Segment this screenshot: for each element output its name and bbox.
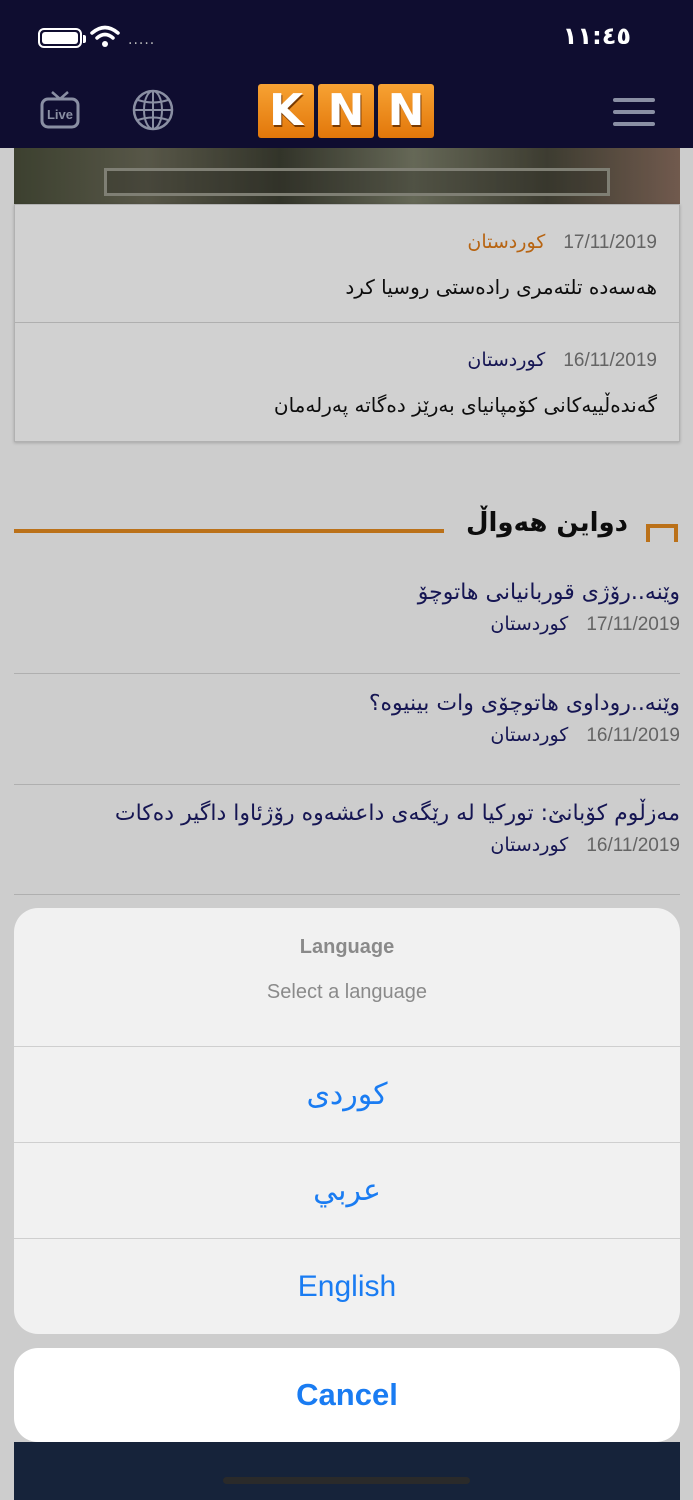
video-thumbnail-peek: [14, 1442, 680, 1500]
wifi-icon: [90, 25, 120, 47]
status-bar: ..... ١١:٤٥: [0, 0, 693, 72]
svg-text:Live: Live: [47, 107, 73, 122]
language-action-sheet: Language Select a language كوردى عربي En…: [14, 908, 680, 1334]
language-option-arabic[interactable]: عربي: [14, 1143, 680, 1239]
language-option-english[interactable]: English: [14, 1239, 680, 1334]
logo-letter: N: [318, 84, 374, 138]
app-header: ..... ١١:٤٥ Live K N N: [0, 0, 693, 148]
logo-letter: N: [378, 84, 434, 138]
action-sheet-message: Select a language: [266, 981, 428, 1003]
globe-icon[interactable]: [131, 88, 175, 132]
home-indicator[interactable]: [223, 1477, 470, 1484]
tv-live-icon[interactable]: Live: [40, 90, 80, 130]
language-option-kurdish[interactable]: كوردى: [14, 1047, 680, 1143]
action-sheet-title: Language: [299, 936, 395, 958]
nav-bar: Live K N N: [0, 72, 693, 148]
status-time: ١١:٤٥: [562, 22, 631, 50]
action-sheet-header: Language Select a language: [14, 908, 680, 1047]
hamburger-menu-icon[interactable]: [613, 98, 655, 126]
knn-logo[interactable]: K N N: [258, 84, 434, 138]
cancel-button[interactable]: Cancel: [14, 1348, 680, 1442]
logo-letter: K: [258, 84, 314, 138]
battery-icon: [38, 28, 86, 48]
signal-dots: .....: [128, 32, 156, 48]
